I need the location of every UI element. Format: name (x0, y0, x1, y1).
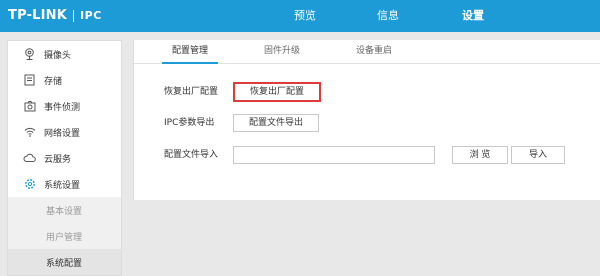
storage-icon (23, 74, 36, 87)
export-config-button[interactable]: 配置文件导出 (233, 114, 319, 132)
main-panel: 配置管理 固件升级 设备重启 恢复出厂配置 恢复出厂配置 IPC参数导出 配置文… (133, 40, 600, 200)
brand-logo: TP-LINK (8, 8, 68, 23)
sidebar-subitem-label: 基本设置 (46, 207, 83, 217)
cloud-icon (23, 152, 36, 165)
import-config-label: 配置文件导入 (164, 150, 219, 160)
sidebar-item-label: 存储 (44, 76, 63, 87)
event-detect-icon (23, 100, 36, 113)
brand-divider (73, 10, 75, 22)
sidebar-item-label: 系统设置 (44, 180, 81, 191)
nav-info[interactable]: 信息 (363, 0, 413, 32)
nav-preview[interactable]: 预览 (280, 0, 330, 32)
tab-bar: 配置管理 固件升级 设备重启 (134, 40, 600, 64)
sidebar-subitem-label: 用户管理 (46, 233, 83, 243)
sidebar: 摄像头 存储 事件侦测 网络设置 云服务 系统设置 基本设置 用户管理 系统配置 (7, 40, 122, 276)
sidebar-item-label: 事件侦测 (44, 102, 81, 113)
sidebar-item-event-detect[interactable]: 事件侦测 (8, 93, 121, 119)
sidebar-item-label: 网络设置 (44, 128, 81, 139)
sidebar-item-camera[interactable]: 摄像头 (8, 41, 121, 67)
nav-settings[interactable]: 设置 (448, 0, 498, 32)
sidebar-subitem-user-management[interactable]: 用户管理 (8, 223, 121, 249)
tab-device-reboot[interactable]: 设备重启 (350, 40, 398, 64)
gear-icon (23, 178, 36, 191)
brand: TP-LINK IPC (8, 8, 102, 24)
sidebar-subitem-label: 系统配置 (46, 259, 83, 269)
import-file-path-input[interactable] (233, 146, 435, 164)
sidebar-item-system-settings[interactable]: 系统设置 (8, 171, 121, 197)
sidebar-item-cloud[interactable]: 云服务 (8, 145, 121, 171)
sidebar-subitem-system-config[interactable]: 系统配置 (8, 249, 121, 275)
sidebar-item-label: 云服务 (44, 154, 72, 165)
wifi-icon (23, 126, 36, 139)
restore-factory-button[interactable]: 恢复出厂配置 (233, 82, 321, 102)
top-navigation-bar: TP-LINK IPC 预览 信息 设置 (0, 0, 600, 32)
sidebar-item-label: 摄像头 (44, 50, 72, 61)
camera-icon (23, 48, 36, 61)
product-name: IPC (80, 9, 102, 22)
tab-firmware-upgrade[interactable]: 固件升级 (258, 40, 306, 64)
ipc-export-label: IPC参数导出 (164, 118, 215, 128)
browse-button[interactable]: 浏 览 (452, 146, 508, 164)
import-button[interactable]: 导入 (511, 146, 565, 164)
sidebar-subitem-basic-settings[interactable]: 基本设置 (8, 197, 121, 223)
restore-factory-label: 恢复出厂配置 (164, 87, 219, 97)
tab-config-management[interactable]: 配置管理 (162, 40, 218, 64)
sidebar-item-storage[interactable]: 存储 (8, 67, 121, 93)
sidebar-item-network[interactable]: 网络设置 (8, 119, 121, 145)
